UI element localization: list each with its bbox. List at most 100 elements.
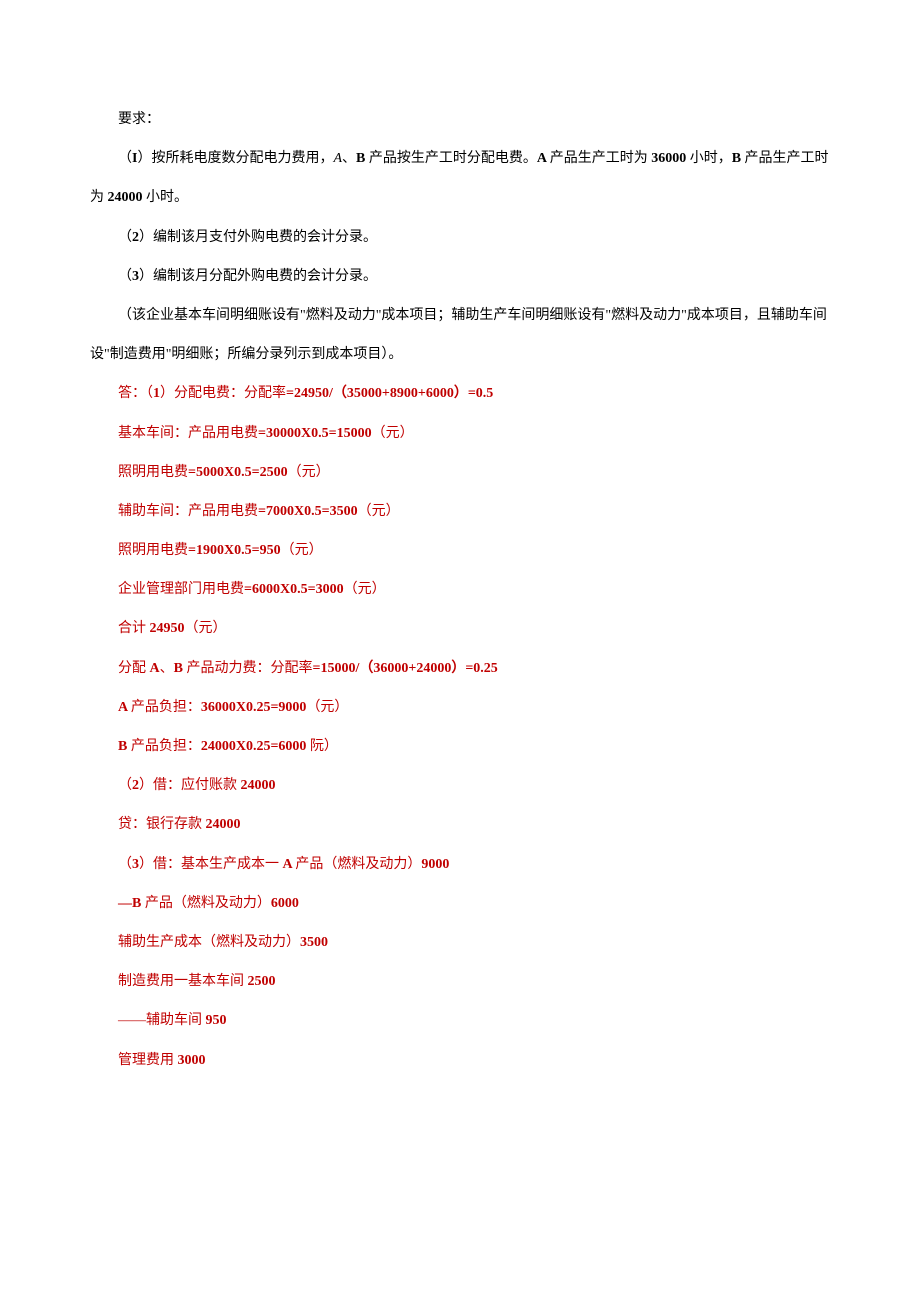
var-a: A bbox=[118, 700, 131, 715]
answer-3-debit-b: —B 产品（燃料及动力）6000 bbox=[90, 884, 830, 923]
txt: 答：（ bbox=[118, 386, 153, 401]
txt: （元） bbox=[358, 504, 400, 519]
n2: 24000 bbox=[108, 190, 147, 205]
txt: 阮） bbox=[310, 739, 338, 754]
requirement-2: （2）编制该月支付外购电费的会计分录。 bbox=[90, 218, 830, 257]
txt: 照明用电费 bbox=[118, 465, 188, 480]
txt: （ bbox=[118, 857, 132, 872]
requirement-note: （该企业基本车间明细账设有"燃料及动力"成本项目；辅助生产车间明细账设有"燃料及… bbox=[90, 296, 830, 374]
txt: 辅助生产成本（燃料及动力） bbox=[118, 935, 300, 950]
txt: 产品负担： bbox=[131, 739, 201, 754]
txt: 产品生产工时为 bbox=[550, 151, 652, 166]
txt: 辅助车间：产品用电费 bbox=[118, 504, 258, 519]
answer-1-header: 答：（1）分配电费：分配率=24950/（35000+8900+6000）=0.… bbox=[90, 374, 830, 413]
calc: =30000X0.5=15000 bbox=[258, 426, 372, 441]
txt: （元） bbox=[306, 700, 348, 715]
var-b: B bbox=[356, 151, 369, 166]
txt: ）编制该月分配外购电费的会计分录。 bbox=[139, 269, 377, 284]
calc: =15000/（36000+24000）=0.25 bbox=[312, 661, 497, 676]
txt: 产品（燃料及动力） bbox=[145, 896, 271, 911]
answer-3-aux: 辅助生产成本（燃料及动力）3500 bbox=[90, 923, 830, 962]
num: 24950 bbox=[150, 621, 185, 636]
var-a2: A bbox=[537, 151, 550, 166]
calc: 36000X0.25=9000 bbox=[201, 700, 307, 715]
txt: ）按所耗电度数分配电力费用， bbox=[137, 151, 333, 166]
val: 6000 bbox=[271, 896, 299, 911]
calc: =24950/（35000+8900+6000）=0.5 bbox=[286, 386, 493, 401]
txt: ）分配电费：分配率 bbox=[160, 386, 286, 401]
var-a: A bbox=[333, 151, 342, 166]
answer-total: 合计 24950（元） bbox=[90, 609, 830, 648]
txt: ——辅助车间 bbox=[118, 1013, 206, 1028]
txt: 基本车间：产品用电费 bbox=[118, 426, 258, 441]
val: 950 bbox=[206, 1013, 227, 1028]
calc: 24000X0.25=6000 bbox=[201, 739, 310, 754]
val: 3500 bbox=[300, 935, 328, 950]
txt: （元） bbox=[288, 465, 330, 480]
txt: 小时。 bbox=[146, 190, 188, 205]
txt: （ bbox=[118, 269, 132, 284]
txt: 分配 bbox=[118, 661, 150, 676]
answer-3-debit-a: （3）借：基本生产成本一 A 产品（燃料及动力）9000 bbox=[90, 845, 830, 884]
val: 24000 bbox=[241, 778, 276, 793]
txt: 小时， bbox=[690, 151, 732, 166]
answer-2-credit: 贷：银行存款 24000 bbox=[90, 805, 830, 844]
txt: 、 bbox=[160, 661, 174, 676]
txt: （元） bbox=[281, 543, 323, 558]
txt: （元） bbox=[344, 582, 386, 597]
txt: 合计 bbox=[118, 621, 150, 636]
answer-lighting-1: 照明用电费=5000X0.5=2500（元） bbox=[90, 453, 830, 492]
dash: — bbox=[118, 896, 132, 911]
txt: 照明用电费 bbox=[118, 543, 188, 558]
txt: 、 bbox=[342, 151, 356, 166]
txt: 产品动力费：分配率 bbox=[186, 661, 312, 676]
val: 9000 bbox=[421, 857, 449, 872]
txt: 贷：银行存款 bbox=[118, 817, 206, 832]
txt: （元） bbox=[185, 621, 227, 636]
num: 3 bbox=[132, 269, 139, 284]
val: 2500 bbox=[248, 974, 276, 989]
txt: ）编制该月支付外购电费的会计分录。 bbox=[139, 230, 377, 245]
var-b: B bbox=[118, 739, 131, 754]
var-b: B bbox=[132, 896, 145, 911]
calc: =6000X0.5=3000 bbox=[244, 582, 344, 597]
calc: =1900X0.5=950 bbox=[188, 543, 281, 558]
answer-lighting-2: 照明用电费=1900X0.5=950（元） bbox=[90, 531, 830, 570]
txt: 产品（燃料及动力） bbox=[295, 857, 421, 872]
calc: =5000X0.5=2500 bbox=[188, 465, 288, 480]
txt: （ bbox=[118, 151, 132, 166]
txt: （元） bbox=[372, 426, 414, 441]
num: 2 bbox=[132, 778, 139, 793]
txt: （ bbox=[118, 230, 132, 245]
num: 3 bbox=[132, 857, 139, 872]
answer-a-burden: A 产品负担：36000X0.25=9000（元） bbox=[90, 688, 830, 727]
answer-basic-product: 基本车间：产品用电费=30000X0.5=15000（元） bbox=[90, 414, 830, 453]
val: 24000 bbox=[206, 817, 241, 832]
var-a: A bbox=[283, 857, 296, 872]
answer-ab-rate: 分配 A、B 产品动力费：分配率=15000/（36000+24000）=0.2… bbox=[90, 649, 830, 688]
var-a: A bbox=[150, 661, 160, 676]
n1: 36000 bbox=[651, 151, 690, 166]
answer-2-debit: （2）借：应付账款 24000 bbox=[90, 766, 830, 805]
answer-b-burden: B 产品负担：24000X0.25=6000 阮） bbox=[90, 727, 830, 766]
answer-aux-product: 辅助车间：产品用电费=7000X0.5=3500（元） bbox=[90, 492, 830, 531]
txt: ）借：应付账款 bbox=[139, 778, 241, 793]
txt: （ bbox=[118, 778, 132, 793]
var-b2: B bbox=[732, 151, 745, 166]
calc: =7000X0.5=3500 bbox=[258, 504, 358, 519]
var-b: B bbox=[174, 661, 187, 676]
num: 1 bbox=[153, 386, 160, 401]
requirement-1: （I）按所耗电度数分配电力费用，A、B 产品按生产工时分配电费。A 产品生产工时… bbox=[90, 139, 830, 217]
num: 2 bbox=[132, 230, 139, 245]
answer-mgmt: 企业管理部门用电费=6000X0.5=3000（元） bbox=[90, 570, 830, 609]
txt: 企业管理部门用电费 bbox=[118, 582, 244, 597]
txt: 产品负担： bbox=[131, 700, 201, 715]
txt: 产品按生产工时分配电费。 bbox=[369, 151, 537, 166]
txt: 制造费用一基本车间 bbox=[118, 974, 248, 989]
requirement-3: （3）编制该月分配外购电费的会计分录。 bbox=[90, 257, 830, 296]
val: 3000 bbox=[178, 1053, 206, 1068]
answer-3-mgmt: 管理费用 3000 bbox=[90, 1041, 830, 1080]
answer-3-mfg-aux: ——辅助车间 950 bbox=[90, 1001, 830, 1040]
txt: 管理费用 bbox=[118, 1053, 178, 1068]
answer-3-mfg-basic: 制造费用一基本车间 2500 bbox=[90, 962, 830, 1001]
